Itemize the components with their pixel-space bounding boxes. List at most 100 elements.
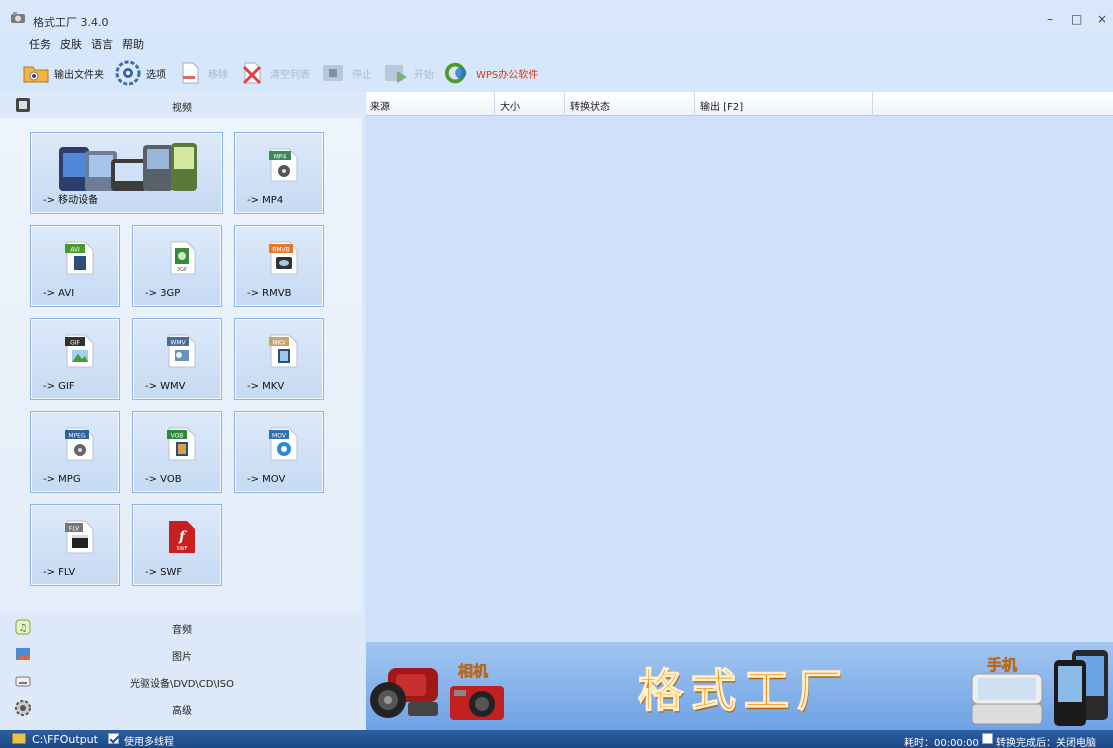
- category-advanced-label: 高级: [172, 706, 192, 717]
- start-icon: [385, 65, 407, 83]
- rmvb-badge: RMVB: [272, 247, 290, 254]
- output-folder-button[interactable]: 输出文件夹: [22, 61, 104, 85]
- status-bar: C:\FFOutput 使用多线程 耗时：00:00:00 转换完成后：关闭电脑: [0, 730, 1113, 748]
- mp4-badge: MP4: [274, 154, 287, 161]
- category-advanced[interactable]: 高级: [0, 695, 364, 721]
- category-rom[interactable]: 光驱设备\DVD\CD\ISO: [0, 668, 364, 694]
- rmvb-file-icon: RMVB: [269, 241, 298, 275]
- tile-mpg-label: -> MPG: [43, 474, 81, 485]
- wps-logo-icon: [444, 62, 467, 84]
- tile-mov-label: -> MOV: [247, 474, 286, 485]
- camera-icon: [450, 686, 504, 720]
- tile-swf[interactable]: f SWF -> SWF: [132, 504, 222, 586]
- tile-flv-label: -> FLV: [43, 567, 76, 578]
- toolbar: 输出文件夹 选项 移除 清空列表 停止 开始 WPS办公软件: [0, 57, 1113, 89]
- multithread-label: 使用多线程: [124, 737, 174, 748]
- category-picture-label: 图片: [172, 652, 192, 663]
- swf-file-icon: f SWF: [169, 521, 195, 553]
- gear-icon: [115, 60, 141, 86]
- category-panel: 视频 -> 移动设备 MP4 -> MP4 AVI -> AVI 3GP -> …: [0, 92, 364, 730]
- column-size[interactable]: 大小: [500, 98, 520, 113]
- tile-wmv[interactable]: WMV -> WMV: [132, 318, 222, 400]
- gif-file-icon: GIF: [65, 334, 94, 368]
- tile-rmvb[interactable]: RMVB -> RMVB: [234, 225, 324, 307]
- tile-mpg[interactable]: MPEG -> MPG: [30, 411, 120, 493]
- category-rom-label: 光驱设备\DVD\CD\ISO: [129, 679, 235, 690]
- menu-task[interactable]: 任务: [29, 36, 51, 52]
- category-video-label: 视频: [172, 103, 192, 114]
- multithread-checkbox[interactable]: [108, 733, 119, 744]
- tile-rmvb-label: -> RMVB: [247, 288, 292, 299]
- camcorder-icon: [370, 668, 438, 718]
- smartphone-icon: [1054, 650, 1108, 726]
- tile-flv[interactable]: FLV -> FLV: [30, 504, 120, 586]
- folder-icon: [23, 66, 49, 83]
- avi-badge: AVI: [70, 247, 80, 254]
- start-button[interactable]: 开始: [382, 61, 434, 85]
- clear-list-button[interactable]: 清空列表: [238, 61, 310, 85]
- maximize-button[interactable]: □: [1071, 13, 1082, 25]
- column-source[interactable]: 来源: [370, 98, 390, 113]
- column-status[interactable]: 转换状态: [570, 98, 610, 113]
- tile-gif[interactable]: GIF -> GIF: [30, 318, 120, 400]
- mkv-badge: MKV: [272, 340, 286, 347]
- stop-label: 停止: [352, 69, 372, 81]
- vob-file-icon: VOB: [167, 427, 196, 461]
- tile-mkv-label: -> MKV: [247, 381, 285, 392]
- output-folder-icon[interactable]: [12, 733, 26, 744]
- vob-badge: VOB: [171, 433, 184, 440]
- options-label: 选项: [146, 69, 166, 81]
- tile-3gp-label: -> 3GP: [145, 288, 181, 299]
- tile-mkv[interactable]: MKV -> MKV: [234, 318, 324, 400]
- menu-help[interactable]: 帮助: [122, 36, 144, 52]
- remove-button[interactable]: 移除: [176, 61, 228, 85]
- category-audio[interactable]: ♫ 音频: [0, 614, 364, 640]
- menu-language[interactable]: 语言: [91, 36, 113, 52]
- 3gp-file-icon: 3GP: [170, 241, 196, 275]
- title-bar: 格式工厂 3.4.0 – □ ×: [0, 0, 1113, 34]
- minimize-button[interactable]: –: [1045, 13, 1055, 25]
- column-output[interactable]: 输出 [F2]: [700, 98, 743, 113]
- menu-bar: 任务 皮肤 语言 帮助: [29, 36, 144, 52]
- tile-mobile-device-label: -> 移动设备: [43, 195, 99, 206]
- tile-mp4[interactable]: MP4 -> MP4: [234, 132, 324, 214]
- after-convert-checkbox[interactable]: [982, 733, 993, 744]
- wps-office-button[interactable]: WPS办公软件: [444, 61, 538, 85]
- gif-badge: GIF: [70, 340, 80, 347]
- tile-vob-label: -> VOB: [145, 474, 182, 485]
- clear-list-label: 清空列表: [270, 69, 310, 81]
- category-video[interactable]: 视频: [0, 92, 364, 118]
- banner-logo: 格式工厂: [637, 663, 851, 717]
- output-folder-label: 输出文件夹: [54, 69, 104, 81]
- output-path[interactable]: C:\FFOutput: [32, 733, 98, 746]
- task-list[interactable]: 来源 大小 转换状态 输出 [F2]: [366, 92, 1113, 642]
- tile-mp4-label: -> MP4: [247, 195, 284, 206]
- tile-mobile-device[interactable]: -> 移动设备: [30, 132, 223, 214]
- tile-3gp[interactable]: 3GP -> 3GP: [132, 225, 222, 307]
- start-label: 开始: [414, 69, 434, 81]
- phone-keyboard-icon: [971, 673, 1043, 725]
- mov-file-icon: MOV: [269, 427, 298, 461]
- tile-avi[interactable]: AVI -> AVI: [30, 225, 120, 307]
- options-button[interactable]: 选项: [114, 60, 166, 86]
- video-format-grid: -> 移动设备 MP4 -> MP4 AVI -> AVI 3GP -> 3GP…: [0, 118, 362, 612]
- swf-badge: SWF: [177, 546, 188, 552]
- mov-badge: MOV: [272, 433, 287, 440]
- task-list-header: 来源 大小 转换状态 输出 [F2]: [366, 92, 1113, 116]
- mp4-file-icon: MP4: [269, 148, 298, 182]
- wmv-badge: WMV: [170, 340, 186, 347]
- menu-skin[interactable]: 皮肤: [60, 36, 82, 52]
- close-button[interactable]: ×: [1097, 13, 1107, 25]
- after-convert-label: 转换完成后：关闭电脑: [996, 738, 1096, 748]
- 3gp-badge: 3GP: [177, 267, 187, 273]
- category-audio-label: 音频: [172, 625, 192, 636]
- tile-mov[interactable]: MOV -> MOV: [234, 411, 324, 493]
- clear-list-icon: [242, 62, 262, 85]
- category-picture[interactable]: 图片: [0, 641, 364, 667]
- app-logo-icon: [11, 12, 25, 23]
- wmv-file-icon: WMV: [167, 334, 196, 368]
- flv-badge: FLV: [69, 526, 80, 533]
- elapsed-time: 耗时：00:00:00: [904, 738, 979, 748]
- stop-button[interactable]: 停止: [320, 61, 372, 85]
- tile-vob[interactable]: VOB -> VOB: [132, 411, 222, 493]
